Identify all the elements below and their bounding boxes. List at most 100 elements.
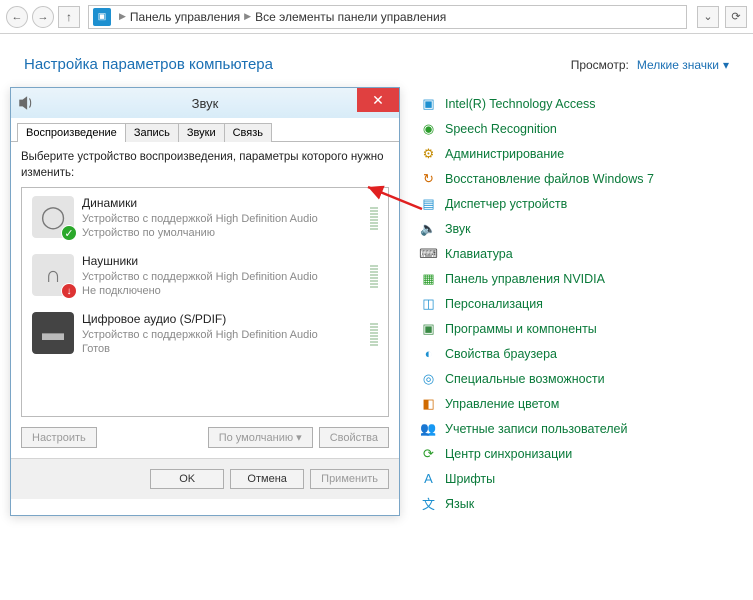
dialog-footer: OK Отмена Применить	[11, 458, 399, 499]
control-panel-item[interactable]: 👥Учетные записи пользователей	[420, 416, 654, 441]
dialog-titlebar[interactable]: Звук ✕	[11, 88, 399, 118]
item-icon: ▦	[420, 270, 437, 287]
level-meter-icon	[370, 254, 378, 298]
item-icon: ◧	[420, 395, 437, 412]
chevron-down-icon: ▾	[723, 58, 729, 72]
item-icon: ▣	[420, 320, 437, 337]
device-status: Готов	[82, 342, 362, 356]
item-label: Клавиатура	[445, 247, 513, 261]
item-icon: ⌨	[420, 245, 437, 262]
set-default-button[interactable]: По умолчанию ▾	[208, 427, 313, 448]
item-icon: A	[420, 470, 437, 487]
tab-strip: Воспроизведение Запись Звуки Связь	[11, 118, 399, 142]
device-row[interactable]: ◯ ✓ Динамики Устройство с поддержкой Hig…	[22, 188, 388, 246]
item-icon: ↻	[420, 170, 437, 187]
close-button[interactable]: ✕	[357, 88, 399, 112]
control-panel-item[interactable]: ▤ Диспетчер устройств	[420, 191, 654, 216]
control-panel-item[interactable]: ⚙ Администрирование	[420, 141, 654, 166]
chevron-right-icon: ▶	[115, 11, 130, 22]
item-label: Учетные записи пользователей	[445, 422, 628, 436]
headphones-icon: ∩ ↓	[32, 254, 74, 296]
device-row[interactable]: ∩ ↓ Наушники Устройство с поддержкой Hig…	[22, 246, 388, 304]
control-panel-icon: ▣	[93, 8, 111, 26]
tab-recording[interactable]: Запись	[125, 123, 179, 142]
view-label: Просмотр:	[571, 58, 629, 72]
address-bar: ← → ↑ ▣ ▶ Панель управления ▶ Все элемен…	[0, 0, 753, 34]
tab-playback[interactable]: Воспроизведение	[17, 123, 126, 142]
control-panel-item[interactable]: ▦Панель управления NVIDIA	[420, 266, 654, 291]
control-panel-items: ▣Intel(R) Technology Access◉Speech Recog…	[420, 87, 654, 516]
item-label: Персонализация	[445, 297, 543, 311]
item-icon: ▣	[420, 95, 437, 112]
device-name: Наушники	[82, 254, 362, 270]
device-name: Цифровое аудио (S/PDIF)	[82, 312, 362, 328]
forward-button[interactable]: →	[32, 6, 54, 28]
control-panel-item[interactable]: ⌨ Клавиатура	[420, 241, 654, 266]
configure-button[interactable]: Настроить	[21, 427, 97, 448]
tab-panel: Выберите устройство воспроизведения, пар…	[11, 142, 399, 458]
dialog-title: Звук	[192, 96, 219, 111]
item-label: Управление цветом	[445, 397, 559, 411]
item-icon: ◐	[420, 345, 437, 362]
main-content: Звук ✕ Воспроизведение Запись Звуки Связ…	[0, 87, 753, 516]
device-status: Устройство по умолчанию	[82, 226, 362, 240]
control-panel-item[interactable]: 🔈Звук	[420, 216, 654, 241]
device-desc: Устройство с поддержкой High Definition …	[82, 212, 362, 226]
device-name: Динамики	[82, 196, 362, 212]
control-panel-item[interactable]: ▣Intel(R) Technology Access	[420, 91, 654, 116]
back-button[interactable]: ←	[6, 6, 28, 28]
device-row[interactable]: ▬ Цифровое аудио (S/PDIF) Устройство с п…	[22, 304, 388, 362]
control-panel-item[interactable]: ◉Speech Recognition	[420, 116, 654, 141]
breadcrumb-part[interactable]: Все элементы панели управления	[255, 10, 446, 24]
item-label: Язык	[445, 497, 474, 511]
item-icon: ⚙	[420, 145, 437, 162]
item-icon: 文	[420, 495, 437, 512]
item-icon: ◫	[420, 295, 437, 312]
chevron-right-icon: ▶	[240, 11, 255, 22]
breadcrumb-part[interactable]: Панель управления	[130, 10, 240, 24]
control-panel-item[interactable]: ◫ Персонализация	[420, 291, 654, 316]
properties-button[interactable]: Свойства	[319, 427, 389, 448]
control-panel-item[interactable]: ⟳Центр синхронизации	[420, 441, 654, 466]
control-panel-item[interactable]: ◎ Специальные возможности	[420, 366, 654, 391]
tab-communications[interactable]: Связь	[224, 123, 272, 142]
cancel-button[interactable]: Отмена	[230, 469, 304, 489]
item-icon: ▤	[420, 195, 437, 212]
dropdown-button[interactable]: ⌄	[697, 6, 719, 28]
control-panel-item[interactable]: A Шрифты	[420, 466, 654, 491]
level-meter-icon	[370, 312, 378, 356]
control-panel-item[interactable]: ▣ Программы и компоненты	[420, 316, 654, 341]
refresh-button[interactable]: ⟳	[725, 6, 747, 28]
ok-button[interactable]: OK	[150, 469, 224, 489]
level-meter-icon	[370, 196, 378, 240]
control-panel-item[interactable]: ◧ Управление цветом	[420, 391, 654, 416]
item-label: Звук	[445, 222, 471, 236]
control-panel-item[interactable]: ↻ Восстановление файлов Windows 7	[420, 166, 654, 191]
unplugged-badge-icon: ↓	[61, 283, 77, 299]
control-panel-item[interactable]: 文 Язык	[420, 491, 654, 516]
apply-button[interactable]: Применить	[310, 469, 389, 489]
control-panel-item[interactable]: ◐Свойства браузера	[420, 341, 654, 366]
item-label: Специальные возможности	[445, 372, 605, 386]
page-title: Настройка параметров компьютера	[24, 56, 273, 73]
speakers-icon: ◯ ✓	[32, 196, 74, 238]
item-label: Программы и компоненты	[445, 322, 597, 336]
item-label: Диспетчер устройств	[445, 197, 567, 211]
device-desc: Устройство с поддержкой High Definition …	[82, 328, 362, 342]
device-desc: Устройство с поддержкой High Definition …	[82, 270, 362, 284]
device-list[interactable]: ◯ ✓ Динамики Устройство с поддержкой Hig…	[21, 187, 389, 417]
item-icon: ◎	[420, 370, 437, 387]
breadcrumb[interactable]: ▣ ▶ Панель управления ▶ Все элементы пан…	[88, 5, 687, 29]
item-label: Администрирование	[445, 147, 564, 161]
view-selector: Просмотр: Мелкие значки ▾	[571, 58, 729, 72]
item-icon: ◉	[420, 120, 437, 137]
up-button[interactable]: ↑	[58, 6, 80, 28]
spdif-icon: ▬	[32, 312, 74, 354]
item-label: Центр синхронизации	[445, 447, 572, 461]
tab-sounds[interactable]: Звуки	[178, 123, 225, 142]
dialog-button-row: Настроить По умолчанию ▾ Свойства	[21, 417, 389, 448]
item-label: Восстановление файлов Windows 7	[445, 172, 654, 186]
item-label: Шрифты	[445, 472, 495, 486]
page-header: Настройка параметров компьютера Просмотр…	[0, 34, 753, 87]
view-dropdown[interactable]: Мелкие значки ▾	[637, 58, 729, 72]
